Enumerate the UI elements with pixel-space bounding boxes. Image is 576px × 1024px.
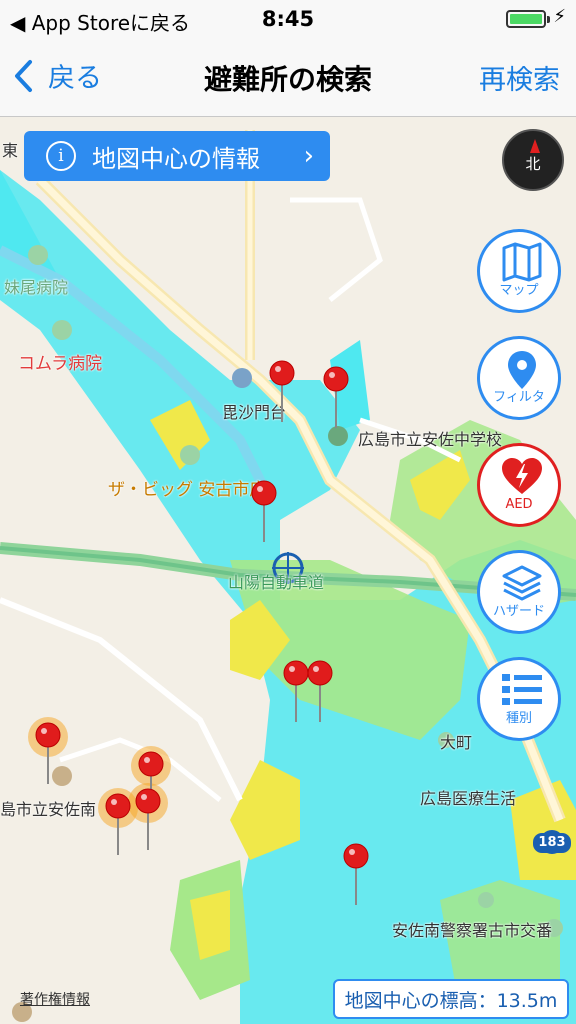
filter-button[interactable]: フィルタ <box>477 336 561 420</box>
label-expressway: 山陽自動車道 <box>228 573 325 592</box>
list-icon <box>502 674 542 705</box>
map-type-button[interactable]: マップ <box>477 229 561 313</box>
battery-icon <box>506 10 550 28</box>
layers-icon <box>502 565 542 601</box>
filter-label: フィルタ <box>493 390 545 405</box>
copyright-link[interactable]: 著作権情報 <box>20 989 90 1009</box>
label-omachi: 大町 <box>440 733 473 752</box>
compass-icon[interactable]: 北 <box>502 129 564 191</box>
hazard-label: ハザード <box>492 604 545 619</box>
compass-north-label: 北 <box>525 155 541 173</box>
research-button[interactable]: 再検索 <box>479 58 560 97</box>
location-pin-icon <box>508 351 536 389</box>
type-button[interactable]: 種別 <box>477 657 561 741</box>
aed-label: AED <box>505 497 533 512</box>
map-type-label: マップ <box>499 283 539 298</box>
aed-heart-icon <box>502 458 542 494</box>
aed-button[interactable]: AED <box>477 443 561 527</box>
route-shield: 183 <box>533 833 571 853</box>
label-east-edge: 東 <box>2 141 19 160</box>
map-center-info-button[interactable]: i 地図中心の情報 › <box>24 131 330 181</box>
status-bar: ◀ App Storeに戻る 8:45 ⚡ <box>0 0 576 40</box>
nav-bar: 戻る 避難所の検索 再検索 <box>0 40 576 117</box>
charging-icon: ⚡ <box>553 6 566 27</box>
map-center-info-label: 地図中心の情報 <box>92 144 260 173</box>
map-view[interactable]: 東 妹尾病院 コムラ病院 毘沙門台 広島市立安佐中学校 ザ・ビッグ 安古市店 山… <box>0 117 576 1024</box>
label-school-jhs: 広島市立安佐中学校 <box>358 430 503 449</box>
info-icon: i <box>46 141 76 171</box>
label-school-south: 島市立安佐南 <box>0 800 97 819</box>
label-store: ザ・ビッグ 安古市店 <box>108 480 267 500</box>
elevation-readout: 地図中心の標高：13.5m <box>333 979 569 1019</box>
label-hospital-2: コムラ病院 <box>18 354 103 374</box>
label-bishamon: 毘沙門台 <box>222 403 287 422</box>
label-police: 安佐南警察署古市交番 <box>392 921 553 940</box>
map-icon <box>502 242 542 282</box>
chevron-right-icon: › <box>303 141 314 171</box>
compass-needle <box>530 139 540 153</box>
clock: 8:45 <box>261 7 315 31</box>
label-med-college: 広島医療生活 <box>420 789 517 808</box>
hazard-button[interactable]: ハザード <box>477 550 561 634</box>
label-hospital-1: 妹尾病院 <box>4 278 69 297</box>
type-label: 種別 <box>505 711 532 726</box>
